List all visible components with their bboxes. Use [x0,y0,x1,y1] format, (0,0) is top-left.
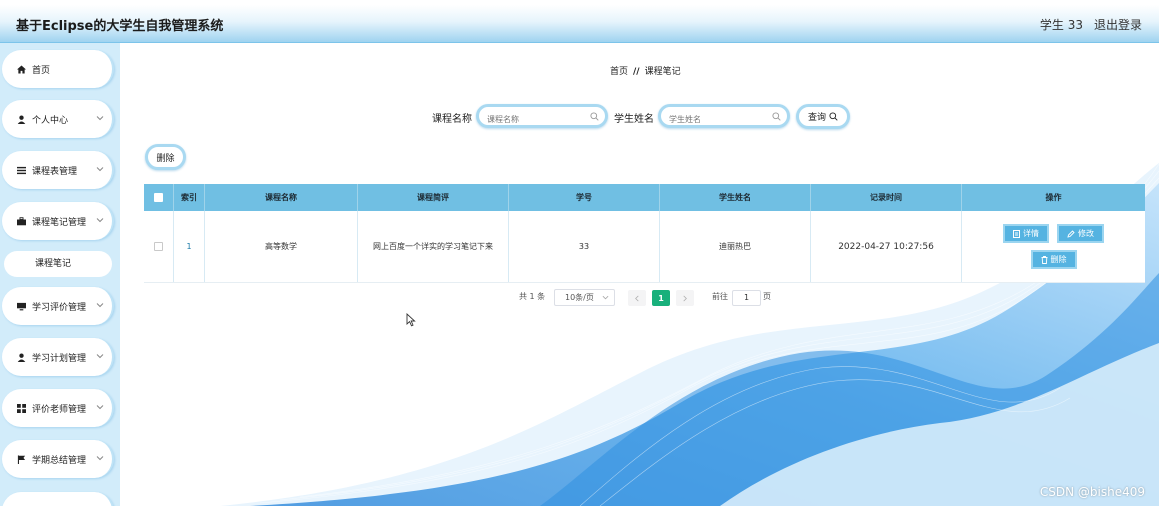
chevron-down-icon [96,303,104,308]
header-select-all[interactable] [144,184,174,211]
course-name-label: 课程名称 [432,114,472,125]
page-size-select[interactable]: 10条/页 [554,289,615,306]
sidebar-item-evaluation[interactable]: 学习评价管理 [2,287,114,325]
goto-label: 前往 [712,292,728,301]
sidebar-item-notes[interactable]: 课程笔记管理 [2,202,114,240]
sidebar-item-label: 课程表管理 [32,166,78,177]
breadcrumb: 首页 // 课程笔记 [610,64,681,77]
query-button[interactable]: 查询 [796,104,850,129]
detail-button[interactable]: 详情 [1003,224,1049,243]
sidebar-item-partial[interactable] [2,492,114,506]
header-student-name: 学生姓名 [660,184,811,211]
search-icon [772,112,781,121]
row-comment: 网上百度一个详实的学习笔记下来 [358,211,509,282]
edit-label: 修改 [1078,229,1094,238]
header-index: 索引 [174,184,205,211]
sidebar-item-label: 首页 [32,65,51,76]
sidebar-item-plan[interactable]: 学习计划管理 [2,338,114,376]
user-icon [16,114,26,124]
home-icon [16,64,26,74]
breadcrumb-home[interactable]: 首页 [610,67,628,77]
student-name-label: 学生姓名 [614,114,654,125]
page-button-1[interactable]: 1 [652,290,670,306]
page-size-value: 10条/页 [565,293,594,302]
chevron-down-icon [602,295,609,300]
sidebar-item-home[interactable]: 首页 [2,50,114,88]
header-course: 课程名称 [205,184,358,211]
student-name-search [658,104,790,129]
current-user: 学生 33 [1039,18,1083,32]
sidebar-item-label: 学期总结管理 [32,455,87,466]
sidebar-subitem-notes[interactable]: 课程笔记 [4,251,112,277]
sidebar-item-label: 课程笔记管理 [32,217,87,228]
pagination-total: 共 1 条 [519,292,546,301]
chevron-down-icon [96,167,104,172]
trash-icon [1041,255,1047,264]
chevron-right-icon [683,295,687,301]
row-actions: 详情 修改 删除 [962,211,1145,282]
sidebar-item-summary[interactable]: 学期总结管理 [2,440,114,478]
goto-page-input[interactable]: 1 [732,290,761,306]
sidebar-item-personal-center[interactable]: 个人中心 [2,100,114,138]
row-index: 1 [174,211,205,282]
course-name-search [476,104,608,129]
user-icon [16,352,26,362]
search-icon [590,112,599,121]
chevron-left-icon [635,295,639,301]
sidebar-item-label: 评价老师管理 [32,404,87,415]
student-name-input[interactable] [661,110,787,129]
detail-label: 详情 [1023,229,1039,238]
header-actions: 操作 [1045,193,1062,202]
table-row: 1 高等数学 网上百度一个详实的学习笔记下来 33 迪丽热巴 2022-04-2… [144,211,1145,283]
logout-link[interactable]: 退出登录 [1094,16,1142,33]
sidebar-item-label: 学习评价管理 [32,302,87,313]
watermark: CSDN @bishe409 [1039,485,1145,499]
search-icon [829,112,838,121]
breadcrumb-separator: // [633,67,640,77]
app-title: 基于Eclipse的大学生自我管理系统 [16,19,224,34]
select-all-checkbox[interactable] [154,193,163,202]
chevron-down-icon [96,354,104,359]
course-name-input[interactable] [479,110,605,129]
briefcase-icon [16,216,26,226]
next-page-button[interactable] [676,290,694,306]
page-unit-label: 页 [763,292,771,301]
grid-icon [16,403,26,413]
breadcrumb-current: 课程笔记 [644,67,681,77]
row-select[interactable] [144,211,174,282]
sidebar: 首页 个人中心 课程表管理 课程笔记管理 课程笔记 学习评价管理 学习计划管理 … [0,43,120,506]
header-student-no: 学号 [509,184,660,211]
row-student-no: 33 [509,211,660,282]
row-student-name: 迪丽热巴 [660,211,811,282]
main-content: 首页 // 课程笔记 课程名称 学生姓名 查询 删除 索引 课程名称 课程简评 学号… [120,43,1159,506]
sidebar-item-schedule[interactable]: 课程表管理 [2,151,114,189]
prev-page-button[interactable] [628,290,646,306]
header-time: 记录时间 [811,184,962,211]
chevron-down-icon [96,218,104,223]
header-comment: 课程简评 [358,184,509,211]
app-header: 基于Eclipse的大学生自我管理系统 学生 33 退出登录 [0,5,1159,43]
row-course: 高等数学 [205,211,358,282]
chevron-down-icon [96,405,104,410]
batch-delete-button[interactable]: 删除 [145,144,186,170]
row-time: 2022-04-27 10:27:56 [811,211,962,282]
table-header: 索引 课程名称 课程简评 学号 学生姓名 记录时间 操作 [144,184,1145,211]
sidebar-item-label: 学习计划管理 [32,353,87,364]
edit-icon [1067,229,1075,238]
sidebar-item-teacher-eval[interactable]: 评价老师管理 [2,389,114,427]
list-icon [16,165,26,175]
mouse-cursor-icon [406,313,416,327]
sidebar-item-label: 个人中心 [32,115,69,126]
chevron-down-icon [96,456,104,461]
monitor-icon [16,301,26,311]
chevron-down-icon [96,116,104,121]
notes-table: 索引 课程名称 课程简评 学号 学生姓名 记录时间 操作 1 高等数学 网上百度… [144,184,1145,283]
flag-icon [16,454,26,464]
row-checkbox[interactable] [154,242,163,251]
document-icon [1013,229,1020,238]
edit-button[interactable]: 修改 [1057,224,1104,243]
delete-label: 删除 [1050,255,1067,264]
delete-row-button[interactable]: 删除 [1030,250,1077,269]
query-label: 查询 [807,113,826,123]
